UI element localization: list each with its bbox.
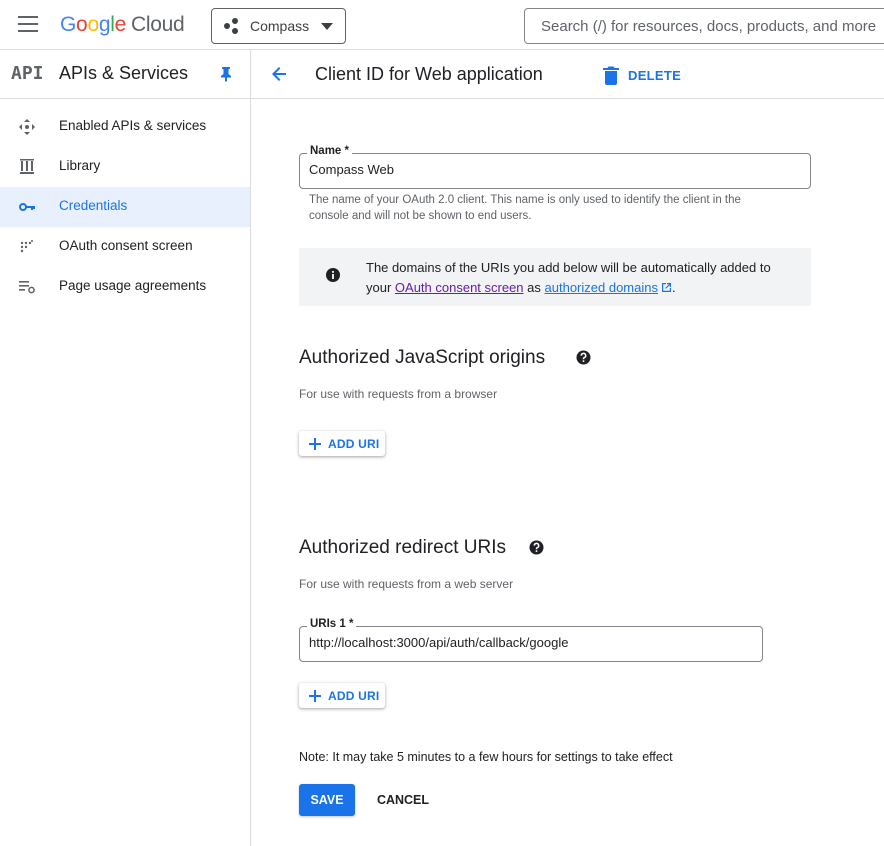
sidebar-item-label: OAuth consent screen: [59, 238, 193, 253]
sidebar-item-page-usage[interactable]: Page usage agreements: [0, 267, 250, 307]
sidebar-nav: Enabled APIs & services Library Credenti…: [0, 107, 250, 307]
info-icon: [326, 268, 340, 282]
sidebar-item-label: Library: [59, 158, 101, 173]
sidebar-item-oauth-consent[interactable]: OAuth consent screen: [0, 227, 250, 267]
name-field[interactable]: Name *: [299, 145, 811, 189]
page-usage-icon: [19, 281, 35, 294]
info-banner: The domains of the URIs you add below wi…: [299, 248, 811, 306]
project-name: Compass: [250, 18, 310, 34]
name-hint: The name of your OAuth 2.0 client. This …: [309, 194, 741, 222]
sidebar-item-label: Page usage agreements: [59, 278, 207, 293]
external-link-icon[interactable]: [661, 282, 672, 293]
add-js-origin-button[interactable]: ADD URI: [299, 431, 385, 456]
sidebar-item-label: Enabled APIs & services: [59, 118, 207, 133]
redirect-uri-input[interactable]: [309, 635, 725, 650]
info-text: The domains of the URIs you add below wi…: [366, 260, 771, 295]
sidebar-title: APIs & Services: [59, 63, 189, 83]
redirect-uri-label: URIs 1 *: [307, 618, 357, 630]
settings-note: Note: It may take 5 minutes to a few hou…: [299, 750, 673, 764]
project-icon: [224, 18, 242, 34]
delete-label: DELETE: [628, 67, 682, 83]
name-field-label: Name *: [307, 145, 352, 157]
project-picker[interactable]: Compass: [211, 8, 346, 44]
redirect-uri-field[interactable]: URIs 1 *: [299, 618, 763, 662]
add-redirect-uri-button[interactable]: ADD URI: [299, 683, 385, 708]
back-arrow-icon[interactable]: [269, 64, 289, 84]
sidebar-item-credentials[interactable]: Credentials: [0, 187, 250, 227]
redirect-uris-title: Authorized redirect URIs: [299, 537, 506, 558]
cancel-button[interactable]: CANCEL: [371, 784, 435, 816]
help-icon[interactable]: [529, 540, 544, 555]
library-icon: [20, 159, 34, 174]
api-logo-icon: API: [11, 63, 44, 84]
help-icon[interactable]: [576, 350, 591, 365]
redirect-uris-subtitle: For use with requests from a web server: [299, 577, 514, 591]
plus-icon: [309, 689, 321, 702]
top-bar: Google Cloud Compass: [0, 0, 884, 50]
page-title: Client ID for Web application: [315, 64, 543, 84]
enabled-apis-icon: [19, 119, 35, 135]
name-input[interactable]: [309, 162, 768, 177]
oauth-consent-icon: [20, 240, 33, 253]
sidebar: API APIs & Services Enabled APIs & servi…: [0, 50, 251, 846]
google-cloud-logo[interactable]: Google Cloud: [60, 13, 185, 37]
authorized-domains-link[interactable]: authorized domains: [545, 280, 658, 295]
sidebar-item-label: Credentials: [59, 198, 128, 213]
sidebar-item-enabled-apis[interactable]: Enabled APIs & services: [0, 107, 250, 147]
content-header: Client ID for Web application DELETE: [251, 50, 884, 99]
delete-button[interactable]: DELETE: [603, 63, 681, 87]
key-icon: [19, 203, 35, 211]
pin-icon[interactable]: [219, 66, 233, 82]
js-origins-title: Authorized JavaScript origins: [299, 347, 546, 368]
js-origins-subtitle: For use with requests from a browser: [299, 387, 498, 401]
oauth-consent-link[interactable]: OAuth consent screen: [395, 280, 524, 295]
search-input[interactable]: [524, 8, 884, 44]
chevron-down-icon: [321, 23, 333, 30]
trash-icon: [603, 66, 619, 85]
save-button[interactable]: SAVE: [299, 784, 355, 816]
sidebar-header: API APIs & Services: [0, 50, 250, 99]
plus-icon: [309, 437, 321, 450]
main-menu-icon[interactable]: [18, 16, 38, 32]
sidebar-item-library[interactable]: Library: [0, 147, 250, 187]
